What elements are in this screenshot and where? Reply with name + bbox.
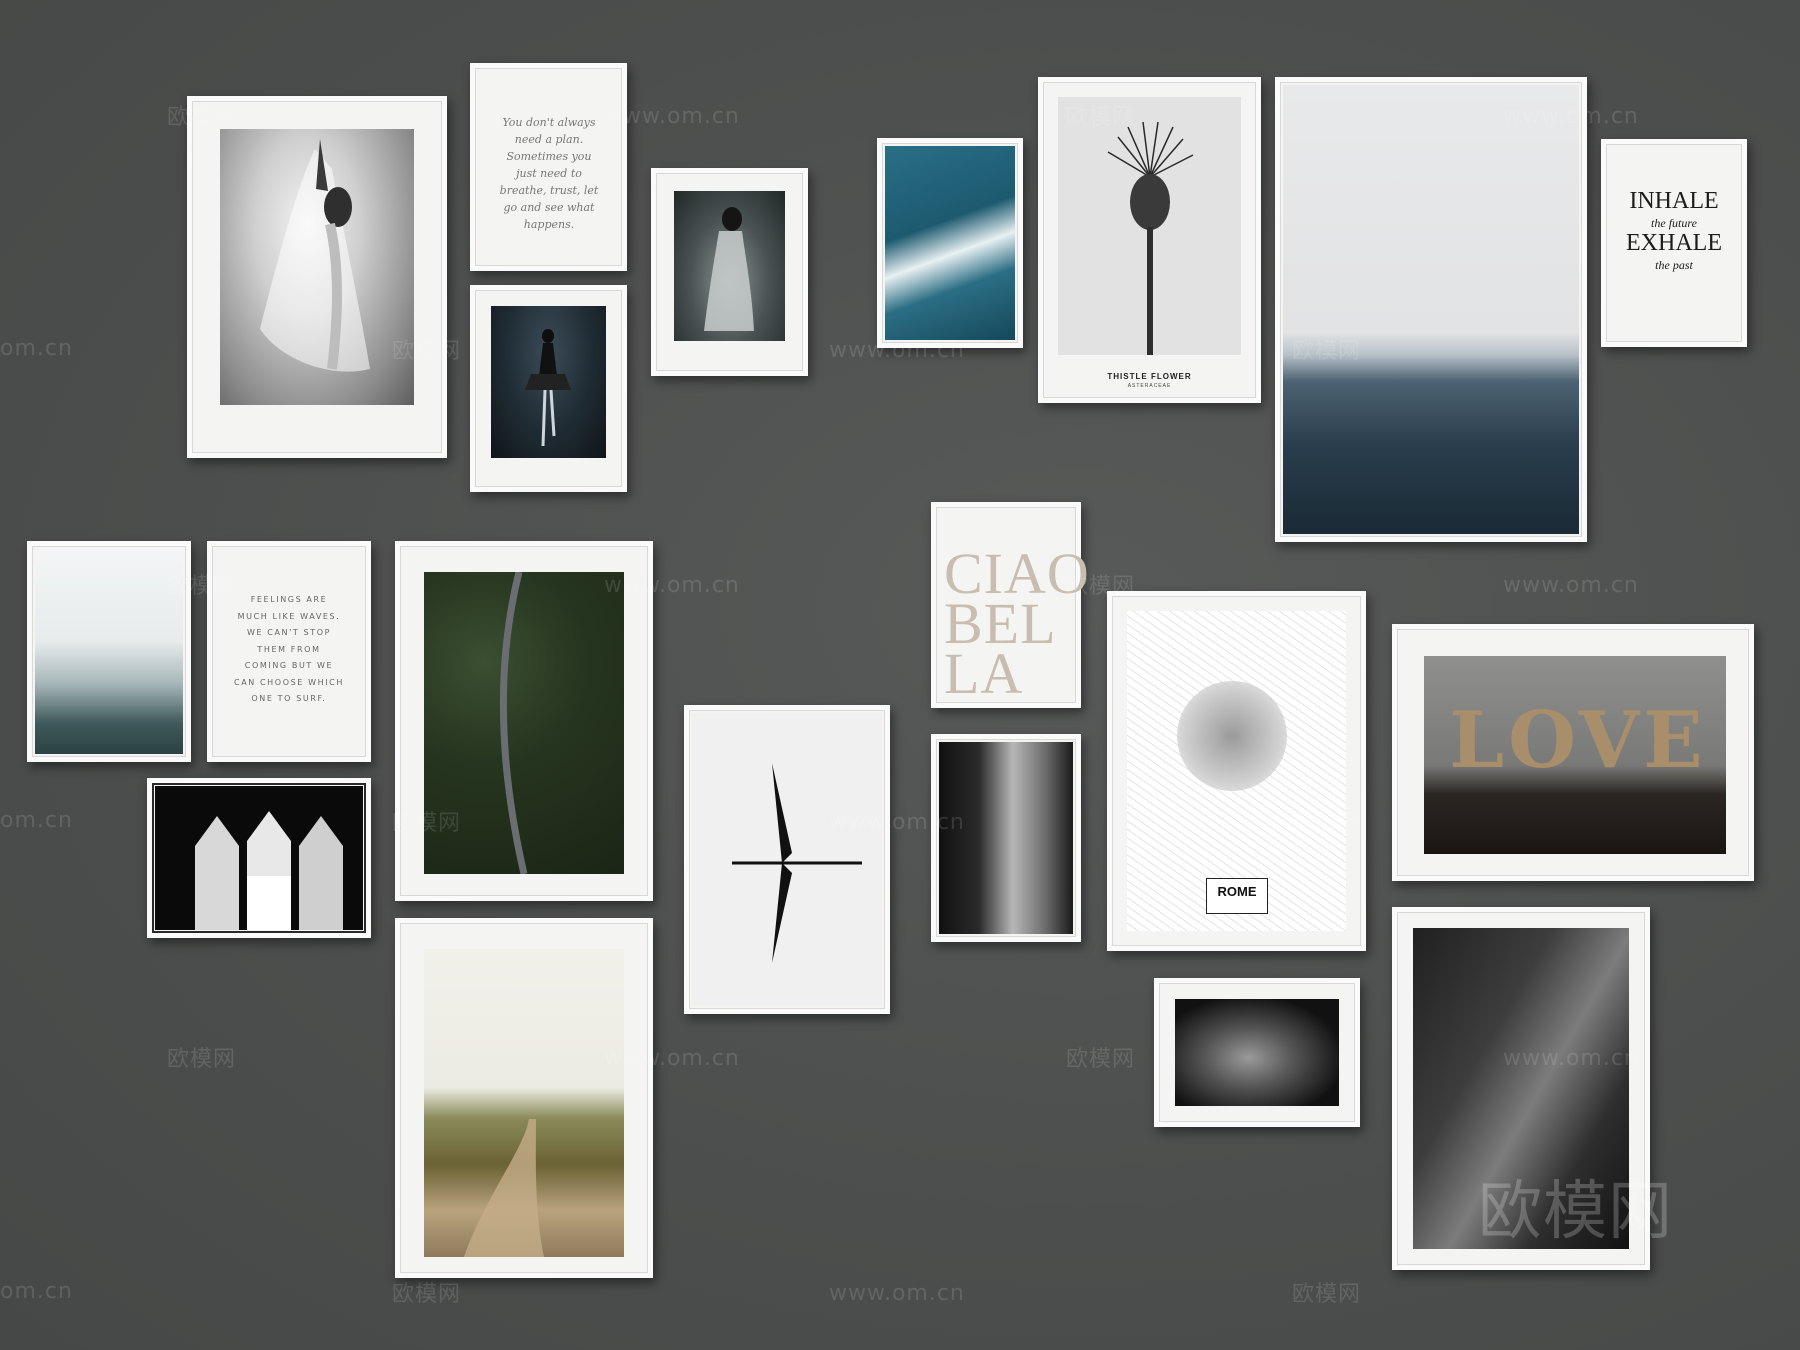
photo-aerial-forest: [424, 572, 624, 874]
watermark-logo: 欧模网: [392, 1282, 462, 1307]
thistle-subtitle: ASTERACEAE: [1127, 383, 1172, 389]
photo-veil-woman: [220, 129, 414, 405]
inhale-subtext: the future: [1651, 216, 1697, 230]
frame-inhale-exhale: INHALE the future EXHALE the past: [1601, 139, 1747, 347]
ciao-line-2: BEL: [944, 597, 1057, 651]
frame-love: LOVE: [1392, 624, 1754, 881]
frame-aerial-forest: [395, 541, 653, 901]
ciao-line-1: CIAO: [944, 547, 1090, 601]
frame-sea-waves: [877, 138, 1023, 348]
photo-ocean: [1283, 85, 1579, 534]
photo-foggy-forest: [35, 549, 183, 754]
frame-foggy-forest: [27, 541, 191, 762]
frame-woman-window: [931, 734, 1081, 942]
watermark-partial: om.cn: [0, 336, 73, 361]
gallery-wall: You don't always need a plan. Sometimes …: [0, 0, 1800, 1350]
photo-ballerina: [491, 306, 606, 458]
frame-ciao-bella: CIAO BEL LA: [931, 502, 1089, 708]
watermark-site: www.om.cn: [1503, 573, 1639, 598]
frame-light-room: [1392, 907, 1650, 1270]
photo-light-room: [1413, 928, 1629, 1249]
watermark-partial: om.cn: [0, 1279, 73, 1304]
photo-sea-waves: [885, 146, 1015, 340]
thistle-title: THISTLE FLOWER: [1107, 372, 1192, 381]
poem-text: You don't always need a plan. Sometimes …: [499, 116, 599, 231]
frame-thistle: THISTLE FLOWER ASTERACEAE: [1038, 77, 1261, 403]
photo-dirt-road: [424, 949, 624, 1257]
exhale-word: EXHALE: [1626, 230, 1722, 256]
rome-label: ROME: [1217, 884, 1257, 899]
photo-gothic-window: [155, 786, 363, 930]
photo-smoke-woman: [674, 191, 785, 341]
frame-dirt-road: [395, 918, 653, 1278]
watermark-site: www.om.cn: [829, 1281, 965, 1306]
watermark-logo: 欧模网: [1066, 1047, 1136, 1072]
frame-rome-map: ROME: [1107, 591, 1366, 951]
frame-feelings-quote: FEELINGS ARE MUCH LIKE WAVES. WE CAN'T S…: [207, 541, 371, 762]
frame-ocean: [1275, 77, 1587, 542]
watermark-logo: 欧模网: [167, 1047, 237, 1072]
photo-portrait: [1175, 999, 1339, 1106]
photo-crane-bird: [692, 713, 882, 1006]
frame-portrait: [1154, 978, 1360, 1127]
love-sign: LOVE: [1449, 695, 1707, 786]
feelings-quote-text: FEELINGS ARE MUCH LIKE WAVES. WE CAN'T S…: [234, 595, 344, 703]
watermark-logo: 欧模网: [1292, 1282, 1362, 1307]
frame-crane-bird: [684, 705, 890, 1014]
frame-ballerina: [470, 285, 627, 492]
watermark-partial: om.cn: [0, 808, 73, 833]
exhale-subtext: the past: [1655, 258, 1693, 272]
photo-woman-window: [939, 742, 1073, 934]
photo-thistle: [1058, 97, 1241, 355]
frame-smoke-woman: [651, 168, 808, 376]
frame-veil-woman: [187, 96, 447, 458]
inhale-word: INHALE: [1629, 188, 1719, 214]
frame-gothic-window: [147, 778, 371, 938]
frame-poem: You don't always need a plan. Sometimes …: [470, 63, 627, 271]
ciao-line-3: LA: [944, 647, 1024, 701]
